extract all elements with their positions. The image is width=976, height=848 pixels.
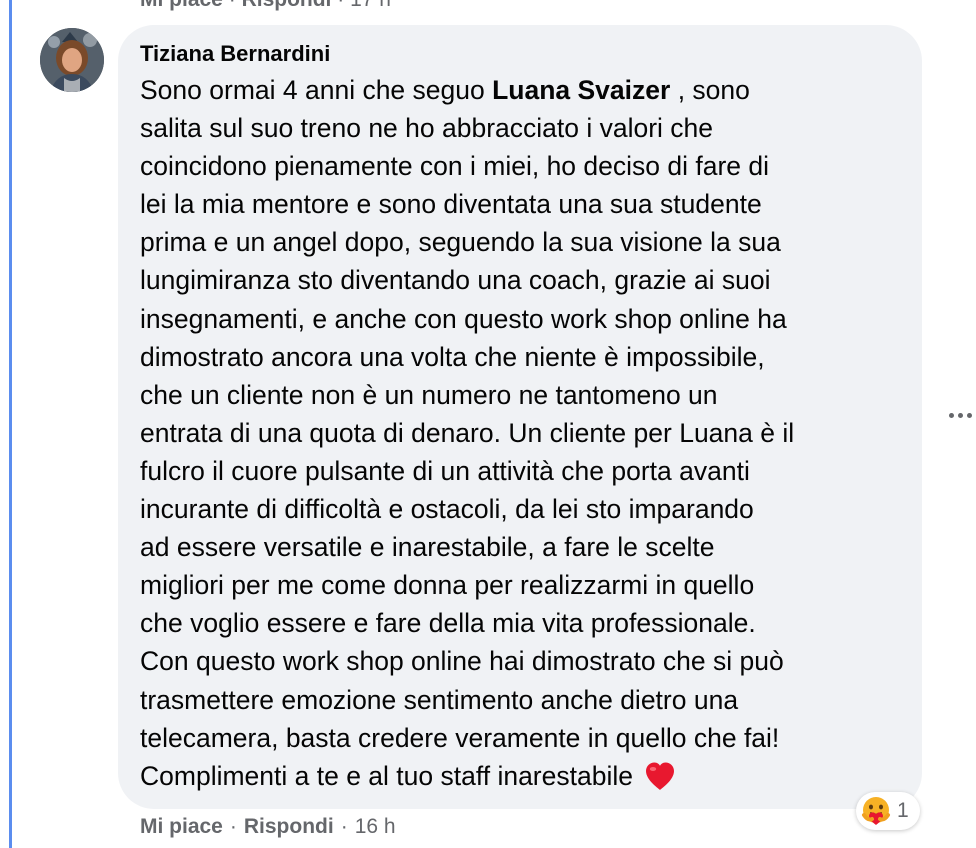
dot — [949, 413, 954, 418]
thread-line — [9, 0, 12, 848]
reply-link[interactable]: Rispondi — [244, 815, 334, 838]
previous-timestamp[interactable]: 17 h — [350, 0, 391, 11]
more-options-icon[interactable] — [946, 406, 974, 424]
previous-reply-link[interactable]: Rispondi — [242, 0, 332, 11]
separator: · — [229, 0, 236, 11]
comment-text-rest: , sono salita sul suo treno ne ho abbrac… — [140, 75, 795, 791]
comment-bubble: Tiziana Bernardini Sono ormai 4 anni che… — [118, 25, 922, 809]
separator: · — [229, 815, 237, 838]
separator: · — [337, 0, 344, 11]
separator: · — [340, 815, 348, 838]
reaction-summary[interactable]: 1 — [856, 792, 920, 830]
comment-text-start: Sono ormai 4 anni che seguo — [140, 75, 493, 105]
comment-author[interactable]: Tiziana Bernardini — [140, 39, 900, 71]
avatar-photo — [40, 28, 104, 92]
reaction-count: 1 — [897, 799, 909, 822]
comment-text: Sono ormai 4 anni che seguo Luana Svaize… — [140, 71, 900, 795]
avatar[interactable] — [40, 28, 104, 92]
like-link[interactable]: Mi piace — [140, 815, 223, 838]
timestamp[interactable]: 16 h — [355, 815, 396, 838]
dot — [967, 413, 972, 418]
previous-like-link[interactable]: Mi piace — [140, 0, 223, 11]
comment-actions: Mi piace · Rispondi · 16 h — [140, 815, 396, 839]
dot — [958, 413, 963, 418]
red-heart-icon — [646, 762, 675, 790]
care-reaction-icon — [862, 797, 890, 825]
mention-link[interactable]: Luana Svaizer — [492, 75, 670, 105]
previous-comment-actions: Mi piace · Rispondi · 17 h — [140, 0, 391, 12]
